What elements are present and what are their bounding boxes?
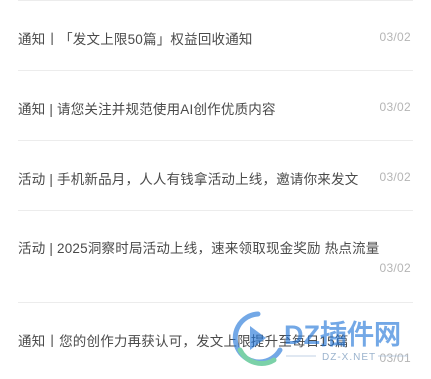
notice-date: 03/01 <box>379 351 411 365</box>
notice-date: 03/02 <box>379 261 411 275</box>
notice-item[interactable]: 通知丨「发文上限50篇」权益回收通知 03/02 <box>18 0 413 71</box>
notice-item[interactable]: 通知 | 请您关注并规范使用AI创作优质内容 03/02 <box>18 71 413 141</box>
notice-title[interactable]: 通知丨「发文上限50篇」权益回收通知 <box>18 28 253 48</box>
notice-item[interactable]: 活动 | 2025洞察时局活动上线，速来领取现金奖励 热点流量 03/02 <box>18 211 413 303</box>
notice-date: 03/02 <box>379 30 411 44</box>
notice-title[interactable]: 活动 | 2025洞察时局活动上线，速来领取现金奖励 热点流量 <box>18 237 380 257</box>
notice-title[interactable]: 活动 | 手机新品月，人人有钱拿活动上线，邀请你来发文 <box>18 168 358 188</box>
notice-title[interactable]: 通知 | 请您关注并规范使用AI创作优质内容 <box>18 98 276 118</box>
notice-date: 03/02 <box>379 100 411 114</box>
notice-list-panel: 通知丨「发文上限50篇」权益回收通知 03/02 通知 | 请您关注并规范使用A… <box>0 0 431 379</box>
notice-item[interactable]: 通知丨您的创作力再获认可，发文上限提升至每日15篇 03/01 <box>18 303 413 379</box>
notice-date: 03/02 <box>379 170 411 184</box>
notice-item[interactable]: 活动 | 手机新品月，人人有钱拿活动上线，邀请你来发文 03/02 <box>18 141 413 211</box>
notice-title[interactable]: 通知丨您的创作力再获认可，发文上限提升至每日15篇 <box>18 330 349 350</box>
